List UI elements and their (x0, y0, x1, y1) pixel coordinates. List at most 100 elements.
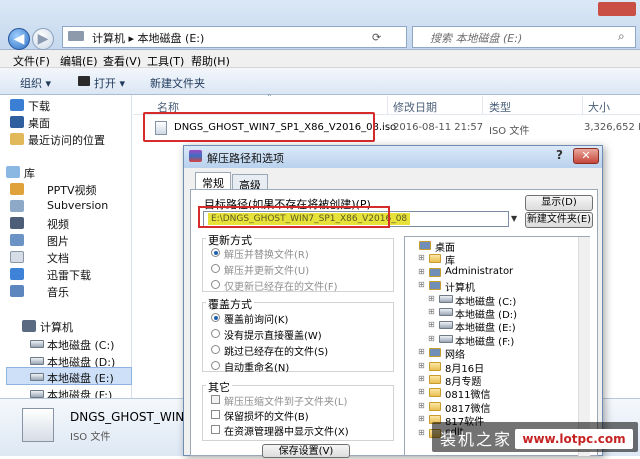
radio-skip[interactable] (211, 345, 220, 354)
expand-icon[interactable]: ⊞ (418, 414, 425, 423)
drive-icon (30, 390, 44, 398)
expand-icon[interactable]: ⊞ (418, 253, 425, 262)
option-rename-label: 自动重命名(N) (224, 363, 290, 374)
menu-help[interactable]: 帮助(H) (191, 53, 230, 69)
breadcrumb-computer[interactable]: 计算机 (92, 32, 125, 45)
expand-icon[interactable]: ⊞ (428, 294, 435, 303)
nav-item-pictures[interactable]: 图片 (47, 233, 69, 249)
menu-file[interactable]: 文件(F) (13, 53, 50, 69)
drive-icon (439, 321, 453, 330)
watermark-url: www.lotpc.com (515, 429, 633, 449)
folder-icon (429, 401, 441, 411)
forward-button[interactable]: ▶ (32, 28, 54, 50)
network-icon (429, 348, 441, 358)
nav-item-drive-c[interactable]: 本地磁盘 (C:) (47, 337, 114, 353)
tree-node[interactable]: Administrator (445, 266, 513, 277)
checkbox-show-explorer[interactable] (211, 425, 220, 434)
expand-icon[interactable]: ⊞ (418, 428, 425, 437)
menu-view[interactable]: 查看(V) (103, 53, 141, 69)
tab-general[interactable]: 常规 (195, 172, 231, 190)
radio-fresh[interactable] (211, 280, 220, 289)
drive-icon (439, 294, 453, 303)
radio-update[interactable] (211, 264, 220, 273)
nav-item-music[interactable]: 音乐 (47, 284, 69, 300)
expand-icon[interactable]: ⊞ (418, 387, 425, 396)
computer-icon (429, 281, 441, 291)
column-size[interactable]: 大小 (588, 99, 610, 115)
file-type: ISO 文件 (489, 126, 530, 137)
folder-icon (429, 254, 441, 264)
breadcrumb-drive-e[interactable]: 本地磁盘 (E:) (138, 32, 205, 45)
option-subfolder-label: 解压压缩文件到子文件夹(L) (224, 397, 348, 408)
option-show-explorer-label: 在资源管理器中显示文件(X) (224, 427, 349, 438)
nav-item-documents[interactable]: 文档 (47, 250, 69, 266)
radio-ask[interactable] (211, 313, 220, 322)
expand-icon[interactable]: ⊞ (418, 361, 425, 370)
nav-item-desktop[interactable]: 桌面 (28, 115, 50, 131)
nav-item-subversion[interactable]: Subversion (47, 199, 108, 212)
open-button[interactable]: 打开 ▾ (94, 75, 125, 91)
column-divider[interactable] (582, 96, 583, 114)
back-arrow-icon: ◀ (13, 31, 25, 47)
search-icon[interactable]: ⌕ (618, 29, 625, 44)
expand-icon[interactable]: ⊞ (418, 401, 425, 410)
nav-item-thunder[interactable]: 迅雷下载 (47, 267, 91, 283)
breadcrumb-separator-icon: ▸ (128, 32, 138, 45)
column-date[interactable]: 修改日期 (393, 99, 437, 115)
expand-icon[interactable]: ⊞ (418, 374, 425, 383)
folder-icon (429, 361, 441, 371)
radio-overwrite[interactable] (211, 329, 220, 338)
radio-rename[interactable] (211, 361, 220, 370)
file-date: 2016-08-11 21:57 (393, 122, 484, 133)
dialog-close-button[interactable]: ✕ (573, 148, 599, 164)
expand-icon[interactable]: ⊞ (418, 347, 425, 356)
back-button[interactable]: ◀ (8, 28, 30, 50)
radio-replace[interactable] (211, 248, 220, 257)
iso-file-large-icon (22, 408, 54, 442)
new-folder-button[interactable]: 新建文件夹 (150, 75, 205, 91)
search-placeholder: 搜索 本地磁盘 (E:) (430, 32, 523, 45)
nav-item-recent[interactable]: 最近访问的位置 (28, 132, 105, 148)
nav-item-video[interactable]: 视频 (47, 216, 69, 232)
music-icon (10, 285, 24, 297)
video-icon (10, 217, 24, 229)
pictures-icon (10, 234, 24, 246)
nav-item-pptv[interactable]: PPTV视频 (47, 182, 97, 198)
menu-tools[interactable]: 工具(T) (147, 53, 184, 69)
nav-item-library[interactable]: 库 (24, 165, 35, 181)
expand-icon[interactable]: ⊞ (428, 320, 435, 329)
window-close-button[interactable] (598, 2, 636, 16)
option-replace-label: 解压并替换文件(R) (224, 250, 309, 261)
show-button[interactable]: 显示(D) (525, 195, 593, 211)
drive-icon (30, 373, 44, 381)
expand-icon[interactable]: ⊞ (428, 334, 435, 343)
organize-button[interactable]: 组织 ▾ (20, 75, 51, 91)
folder-icon (429, 388, 441, 398)
desktop-icon (419, 241, 431, 250)
nav-item-drive-e[interactable]: 本地磁盘 (E:) (47, 370, 114, 386)
refresh-icon[interactable]: ⟳ (372, 31, 381, 44)
option-skip-label: 跳过已经存在的文件(S) (224, 347, 329, 358)
expand-icon[interactable]: ⊞ (418, 267, 425, 276)
sort-up-icon: ⌃ (266, 93, 273, 102)
computer-icon (68, 31, 84, 41)
annotation-highlight-box (198, 206, 390, 228)
checkbox-subfolder[interactable] (211, 395, 220, 404)
chevron-down-icon[interactable]: ▼ (511, 211, 521, 227)
nav-item-downloads[interactable]: 下载 (28, 98, 50, 114)
menu-edit[interactable]: 编辑(E) (60, 53, 98, 69)
expand-icon[interactable]: ⊞ (418, 280, 425, 289)
computer-icon (22, 320, 36, 332)
breadcrumb[interactable]: 计算机 ▸ 本地磁盘 (E:) (92, 30, 204, 46)
new-folder-dialog-button[interactable]: 新建文件夹(E) (525, 212, 593, 228)
checkbox-keep-broken[interactable] (211, 410, 220, 419)
user-icon (429, 267, 441, 277)
column-type[interactable]: 类型 (489, 99, 511, 115)
help-button[interactable]: ? (556, 148, 563, 162)
file-size: 3,326,652 K (584, 122, 640, 133)
expand-icon[interactable]: ⊞ (428, 307, 435, 316)
nav-item-computer[interactable]: 计算机 (40, 319, 73, 335)
overwrite-mode-title: 覆盖方式 (206, 296, 254, 312)
column-divider[interactable] (482, 96, 483, 114)
column-divider[interactable] (387, 96, 388, 114)
